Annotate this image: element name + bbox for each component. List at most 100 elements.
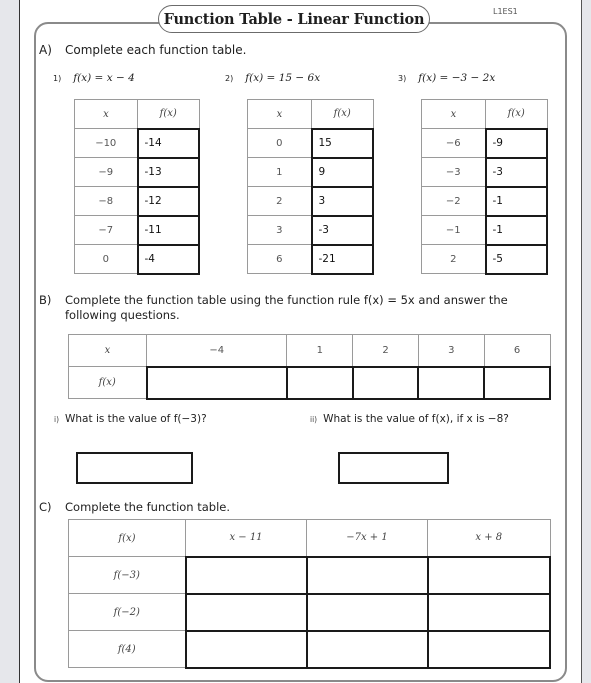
function-header: x − 11 <box>185 519 307 557</box>
problem-3-header: 3) f(x) = −3 − 2x <box>398 72 495 84</box>
fx-answer-cell[interactable] <box>145 365 288 400</box>
fx-answer-cell[interactable]: -4 <box>136 243 200 275</box>
x-value: 6 <box>247 244 312 274</box>
fx-answer-cell[interactable]: -12 <box>136 185 200 217</box>
fx-answer-cell[interactable]: -1 <box>484 185 548 217</box>
answer-cell[interactable] <box>184 555 308 595</box>
fx-answer-cell[interactable]: 15 <box>310 127 374 159</box>
fx-answer-cell[interactable] <box>417 365 486 400</box>
fx-answer-cell[interactable]: -21 <box>310 243 374 275</box>
x-value: 3 <box>417 334 485 367</box>
answer-cell[interactable] <box>184 629 308 669</box>
section-c-heading: C) Complete the function table. <box>39 500 230 514</box>
question-i: i) What is the value of f(−3)? <box>54 413 207 425</box>
section-b-function-table: x −4 1 2 3 6 f(x) <box>68 334 551 400</box>
table-row: 6 -21 <box>247 243 374 275</box>
fx-answer-cell[interactable]: -3 <box>484 156 548 188</box>
section-b-heading: B) Complete the function table using the … <box>39 293 508 323</box>
x-value: −1 <box>421 215 486 245</box>
x-value: −2 <box>421 186 486 216</box>
fx-answer-cell[interactable] <box>285 365 354 400</box>
function-table-3: x f(x) −6 -9 −3 -3 −2 -1 −1 -1 2 -5 <box>421 99 548 275</box>
section-c-instruction: Complete the function table. <box>65 500 231 514</box>
x-value: −4 <box>145 334 288 367</box>
answer-cell[interactable] <box>305 555 429 595</box>
x-value: −7 <box>74 215 138 245</box>
x-value: 0 <box>247 128 312 158</box>
fx-answer-cell[interactable]: -3 <box>310 214 374 246</box>
x-value: −10 <box>74 128 138 158</box>
fx-answer-cell[interactable]: -13 <box>136 156 200 188</box>
x-value: 6 <box>483 334 551 367</box>
function-header-row: f(x) x − 11 −7x + 1 x + 8 <box>68 519 551 557</box>
section-b-instruction-line1: Complete the function table using the fu… <box>65 293 508 307</box>
x-value: 2 <box>421 244 486 274</box>
question-i-text: What is the value of f(−3)? <box>65 413 207 425</box>
fx-answer-cell[interactable]: -1 <box>484 214 548 246</box>
header-x: x <box>74 99 138 129</box>
fx-answer-cell[interactable] <box>483 365 551 400</box>
worksheet-title: Function Table - Linear Function <box>163 10 425 28</box>
answer-cell[interactable] <box>426 592 551 632</box>
x-value: −3 <box>421 157 486 187</box>
question-ii: ii) What is the value of f(x), if x is −8… <box>310 413 509 425</box>
section-c-function-table: f(x) x − 11 −7x + 1 x + 8 f(−3) f(−2) f(… <box>68 519 551 669</box>
question-ii-text: What is the value of f(x), if x is −8? <box>323 413 509 425</box>
x-value: −6 <box>421 128 486 158</box>
input-label: f(4) <box>68 630 186 668</box>
answer-cell[interactable] <box>184 592 308 632</box>
input-label: f(−3) <box>68 556 186 594</box>
table-row: −1 -1 <box>421 214 548 246</box>
function-table-2: x f(x) 0 15 19 23 3 -3 6 -21 <box>247 99 374 275</box>
fx-answer-cell[interactable]: -11 <box>136 214 200 246</box>
table-row: 3 -3 <box>247 214 374 246</box>
function-table-1: x f(x) −10 -14 −9 -13 −8 -12 −7 -11 0 -4 <box>74 99 200 275</box>
problem-1-number: 1) <box>53 74 62 83</box>
fx-answer-cell[interactable]: -9 <box>484 127 548 159</box>
problem-1-header: 1) f(x) = x − 4 <box>53 72 135 84</box>
section-b-instruction-line2: following questions. <box>65 308 180 322</box>
table-row: 2 -5 <box>421 243 548 275</box>
fx-answer-cell[interactable]: 3 <box>310 185 374 217</box>
section-a-label: A) <box>39 43 52 57</box>
x-value: 1 <box>247 157 312 187</box>
table-row: −7 -11 <box>74 214 200 246</box>
table-row: f(−2) <box>68 592 551 632</box>
fx-row: f(x) <box>68 365 551 400</box>
problem-2-rule: f(x) = 15 − 6x <box>245 72 321 84</box>
problem-3-rule: f(x) = −3 − 2x <box>418 72 496 84</box>
answer-cell[interactable] <box>305 592 429 632</box>
table-header-row: x f(x) <box>74 99 200 129</box>
table-header-row: x f(x) <box>247 99 374 129</box>
table-header-row: x f(x) <box>421 99 548 129</box>
table-row: −6 -9 <box>421 127 548 159</box>
problem-3-number: 3) <box>398 74 407 83</box>
function-header: x + 8 <box>427 519 551 557</box>
x-row-label: x <box>68 334 147 367</box>
worksheet-page: Function Table - Linear Function L1ES1 A… <box>19 0 582 683</box>
header-x: x <box>247 99 312 129</box>
answer-cell[interactable] <box>426 555 551 595</box>
header-x: x <box>421 99 486 129</box>
header-fx: f(x) <box>137 99 200 129</box>
worksheet-title-badge: Function Table - Linear Function <box>158 5 430 33</box>
answer-cell[interactable] <box>305 629 429 669</box>
question-i-number: i) <box>54 415 60 424</box>
table-row: −9 -13 <box>74 156 200 188</box>
answer-cell[interactable] <box>426 629 551 669</box>
x-row: x −4 1 2 3 6 <box>68 334 551 367</box>
fx-answer-cell[interactable]: 9 <box>310 156 374 188</box>
fx-answer-cell[interactable]: -5 <box>484 243 548 275</box>
header-fx: f(x) <box>485 99 548 129</box>
fx-answer-cell[interactable]: -14 <box>136 127 200 159</box>
table-row: 23 <box>247 185 374 217</box>
question-i-answer-box[interactable] <box>76 452 193 484</box>
fx-answer-cell[interactable] <box>351 365 420 400</box>
section-c-label: C) <box>39 500 52 514</box>
table-row: f(−3) <box>68 555 551 595</box>
corner-label: f(x) <box>68 519 186 557</box>
x-value: 3 <box>247 215 312 245</box>
question-ii-number: ii) <box>310 415 318 424</box>
question-ii-answer-box[interactable] <box>338 452 449 484</box>
fx-row-label: f(x) <box>68 366 147 399</box>
